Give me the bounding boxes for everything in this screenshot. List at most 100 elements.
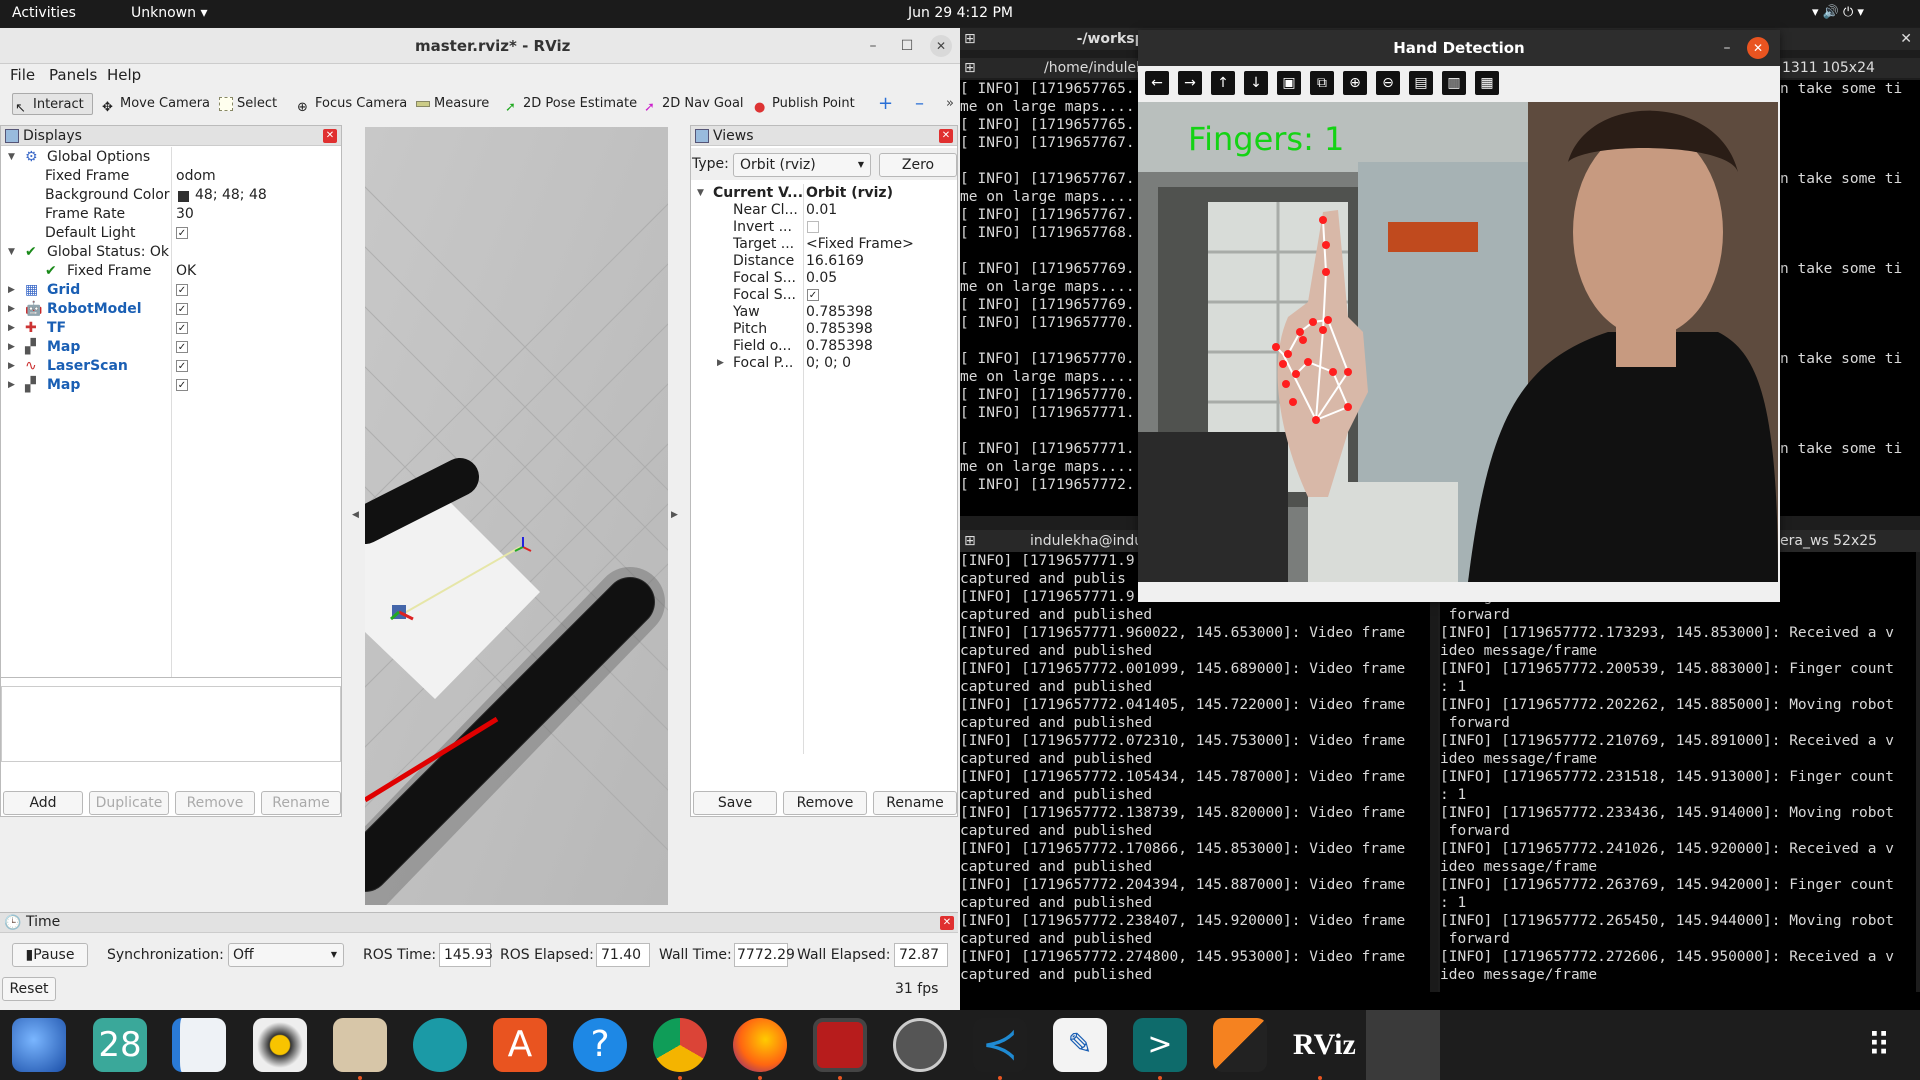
status-icons[interactable]: ▾ 🔊 ⏻ ▾	[1812, 5, 1864, 20]
zoom-fit-icon[interactable]: ▣	[1277, 71, 1301, 95]
checkbox[interactable]: ✓	[176, 322, 188, 334]
interact-tool[interactable]: ↖ Interact	[12, 93, 93, 116]
menu-file[interactable]: File	[10, 66, 35, 84]
wall-time-field[interactable]: 7772.29	[734, 943, 795, 967]
reset-button[interactable]: Reset	[2, 977, 56, 1001]
checkbox[interactable]: ✓	[176, 284, 188, 296]
forward-arrow-icon[interactable]: →	[1178, 71, 1202, 95]
terminal-bottom-right[interactable]: Finger countMoving robot forward[INFO] […	[1440, 552, 1916, 992]
terminal-bottom-left[interactable]: [INFO] [1719657771.9 captured and publis[…	[960, 552, 1430, 992]
pose-estimate-tool[interactable]: ➚ 2D Pose Estimate	[503, 93, 637, 115]
wall-elapsed-field[interactable]: 72.87	[894, 943, 948, 967]
close-panel-icon[interactable]: ✕	[939, 129, 953, 143]
3d-viewport[interactable]	[365, 127, 668, 905]
terminal-top-right[interactable]: n take some ti n take some ti n take some …	[1780, 80, 1920, 516]
up-arrow-icon[interactable]: ↑	[1211, 71, 1235, 95]
view-row-focal-point[interactable]: ▶ Focal P... 0; 0; 0	[691, 354, 957, 373]
back-arrow-icon[interactable]: ←	[1145, 71, 1169, 95]
rhythmbox-icon[interactable]	[253, 1018, 307, 1072]
view-type-select[interactable]: Orbit (rviz) ▼	[733, 153, 871, 177]
activities-button[interactable]: Activities	[12, 5, 76, 21]
chrome-icon[interactable]	[653, 1018, 707, 1072]
remove-view-button[interactable]: Remove	[783, 791, 867, 815]
vscode-icon[interactable]: ≺	[973, 1018, 1027, 1072]
software-updater-icon[interactable]	[893, 1018, 947, 1072]
help-icon[interactable]: ?	[573, 1018, 627, 1072]
measure-tool[interactable]: Measure	[414, 93, 489, 115]
close-button[interactable]: ✕	[1900, 28, 1912, 50]
tree-row-global-status[interactable]: ▼ ✔ Global Status: Ok	[1, 243, 341, 262]
close-panel-icon[interactable]: ✕	[940, 916, 954, 930]
tree-row-default-light[interactable]: Default Light ✓	[1, 224, 341, 243]
add-display-button[interactable]: Add	[3, 791, 83, 815]
minimize-button[interactable]: –	[1716, 37, 1738, 59]
close-panel-icon[interactable]: ✕	[323, 129, 337, 143]
down-arrow-icon[interactable]: ↓	[1244, 71, 1268, 95]
toolbar-overflow-icon[interactable]: »	[946, 93, 954, 115]
sync-select[interactable]: Off ▼	[228, 943, 344, 967]
publish-point-tool[interactable]: ● Publish Point	[752, 93, 855, 115]
rviz-dock-icon[interactable]: RViz	[1293, 1018, 1356, 1072]
collapse-right-handle[interactable]: ▶	[671, 510, 678, 520]
scrollbar[interactable]	[1430, 552, 1438, 992]
duplicate-display-button[interactable]: Duplicate	[89, 791, 169, 815]
ros-time-field[interactable]: 145.93	[439, 943, 493, 967]
tree-row-laserscan[interactable]: ▶ ∿ LaserScan ✓	[1, 357, 341, 376]
arduino-icon[interactable]	[413, 1018, 467, 1072]
tree-row-frame-rate[interactable]: Frame Rate 30	[1, 205, 341, 224]
zero-button[interactable]: Zero	[879, 153, 957, 177]
maximize-button[interactable]: ☐	[896, 35, 918, 57]
ros-elapsed-field[interactable]: 71.40	[596, 943, 650, 967]
terminal-top-left[interactable]: [ INFO] [1719657765. me on large maps....…	[960, 80, 1140, 516]
remove-tool-icon[interactable]: –	[915, 93, 924, 115]
zoom-window-icon[interactable]: ⧉	[1310, 71, 1334, 95]
tree-row-tf[interactable]: ▶ ✚ TF ✓	[1, 319, 341, 338]
copy-icon[interactable]: ▥	[1442, 71, 1466, 95]
writer-icon[interactable]	[172, 1018, 226, 1072]
select-tool[interactable]: Select	[217, 93, 277, 115]
text-editor-icon[interactable]: ✎	[1053, 1018, 1107, 1072]
tree-row-fixed-frame[interactable]: Fixed Frame odom	[1, 167, 341, 186]
move-camera-tool[interactable]: ✥ Move Camera	[100, 93, 210, 115]
close-button[interactable]: ✕	[930, 35, 952, 57]
checkbox[interactable]: ✓	[176, 341, 188, 353]
qtcreator-icon[interactable]: >	[1133, 1018, 1187, 1072]
checkbox[interactable]	[807, 221, 819, 233]
tree-row-robotmodel[interactable]: ▶ 🤖 RobotModel ✓	[1, 300, 341, 319]
save-view-button[interactable]: Save	[693, 791, 777, 815]
clock[interactable]: Jun 29 4:12 PM	[908, 5, 1013, 21]
rename-view-button[interactable]: Rename	[873, 791, 957, 815]
thunderbird-icon[interactable]	[12, 1018, 66, 1072]
tree-row-background-color[interactable]: Background Color 48; 48; 48	[1, 186, 341, 205]
menu-panels[interactable]: Panels	[49, 66, 97, 84]
zoom-in-icon[interactable]: ⊕	[1343, 71, 1367, 95]
terminator-icon[interactable]	[813, 1018, 867, 1072]
app-menu[interactable]: Unknown ▾	[131, 5, 207, 21]
menu-help[interactable]: Help	[107, 66, 141, 84]
add-tool-icon[interactable]: +	[878, 93, 893, 115]
collapse-left-handle[interactable]: ◀	[352, 510, 359, 520]
rename-display-button[interactable]: Rename	[261, 791, 341, 815]
calendar-icon[interactable]: 28	[93, 1018, 147, 1072]
remove-display-button[interactable]: Remove	[175, 791, 255, 815]
app-store-icon[interactable]: A	[493, 1018, 547, 1072]
tree-row-grid[interactable]: ▶ ▦ Grid ✓	[1, 281, 341, 300]
properties-icon[interactable]: ▦	[1475, 71, 1499, 95]
tree-row-global-options[interactable]: ▼ ⚙ Global Options	[1, 148, 341, 167]
checkbox[interactable]: ✓	[176, 379, 188, 391]
checkbox[interactable]: ✓	[176, 227, 188, 239]
minimize-button[interactable]: –	[862, 35, 884, 57]
app-grid-icon[interactable]: ⠿	[1852, 1018, 1906, 1072]
checkbox[interactable]: ✓	[176, 303, 188, 315]
zoom-out-icon[interactable]: ⊖	[1376, 71, 1400, 95]
save-icon[interactable]: ▤	[1409, 71, 1433, 95]
files-icon[interactable]	[333, 1018, 387, 1072]
close-button[interactable]: ✕	[1747, 37, 1769, 59]
active-window-slot[interactable]	[1366, 1010, 1440, 1080]
tree-row-map[interactable]: ▶ ▞ Map ✓	[1, 338, 341, 357]
firefox-icon[interactable]	[733, 1018, 787, 1072]
sublime-icon[interactable]	[1213, 1018, 1267, 1072]
pause-button[interactable]: ▮Pause	[12, 943, 88, 967]
tree-row-status-fixed-frame[interactable]: ✔ Fixed Frame OK	[1, 262, 341, 281]
focus-camera-tool[interactable]: ⊕ Focus Camera	[295, 93, 407, 115]
